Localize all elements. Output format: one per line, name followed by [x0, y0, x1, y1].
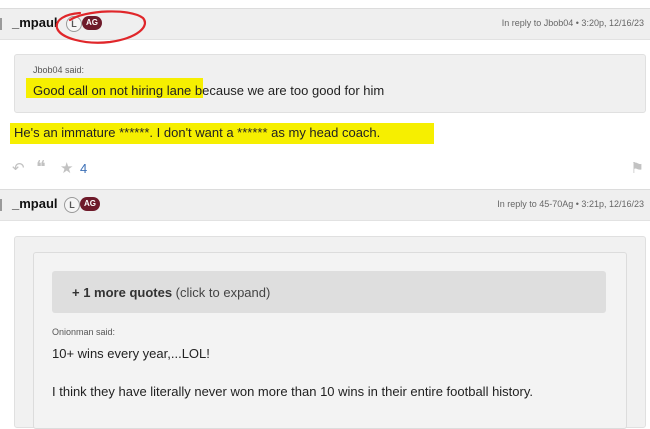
reply-meta[interactable]: In reply to Jbob04 • 3:20p, 12/16/23	[502, 18, 644, 28]
post-edge-marker	[0, 18, 2, 30]
post-header: _mpaul L AG In reply to 45-70Ag • 3:21p,…	[0, 189, 650, 221]
flag-icon[interactable]: ⚑	[631, 159, 644, 177]
annotation-circle	[55, 10, 146, 44]
post-edge-marker	[0, 199, 2, 211]
star-icon[interactable]: ★	[60, 159, 73, 177]
quote-box: Jbob04 said: Good call on not hiring lan…	[14, 54, 646, 113]
expand-quotes-label[interactable]: + 1 more quotes (click to expand)	[72, 285, 270, 300]
ag-badge: AG	[80, 197, 100, 211]
quote-text-line2: I think they have literally never won mo…	[52, 384, 533, 399]
quote-icon[interactable]: ❝	[36, 157, 46, 178]
expand-quotes-count: + 1 more quotes	[72, 285, 173, 300]
username[interactable]: _mpaul	[12, 196, 58, 211]
l-badge: L	[64, 197, 80, 213]
quote-author[interactable]: Jbob04 said:	[33, 65, 84, 75]
reply-meta[interactable]: In reply to 45-70Ag • 3:21p, 12/16/23	[497, 199, 644, 209]
quote-text-line1: 10+ wins every year,...LOL!	[52, 346, 210, 361]
reply-icon[interactable]: ↶	[12, 159, 25, 177]
quote-text: Good call on not hiring lane because we …	[33, 83, 385, 98]
expand-quotes-button[interactable]: + 1 more quotes (click to expand)	[52, 271, 606, 313]
post-body-text: He's an immature ******. I don't want a …	[14, 125, 381, 140]
like-count[interactable]: 4	[80, 161, 87, 176]
expand-quotes-hint: (click to expand)	[172, 285, 271, 300]
quote-author[interactable]: Onionman said:	[52, 327, 115, 337]
